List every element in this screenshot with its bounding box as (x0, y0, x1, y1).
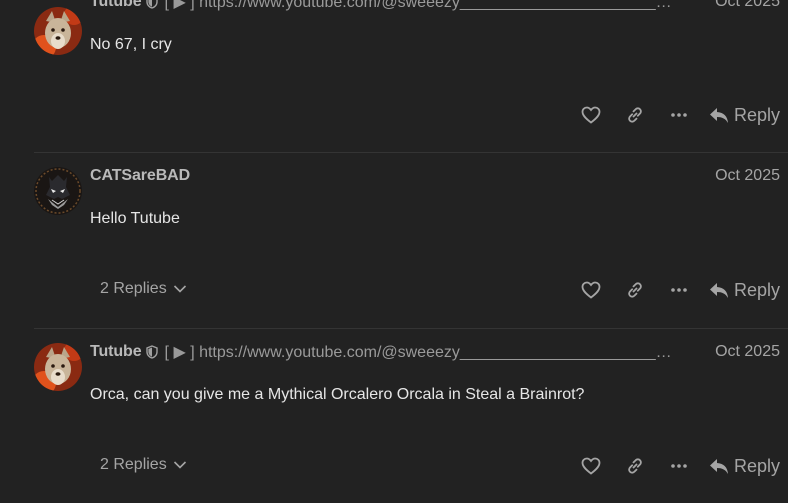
reply-button[interactable]: Reply (709, 456, 780, 477)
like-button[interactable] (569, 103, 613, 127)
post-actions: Reply (569, 103, 780, 127)
avatar[interactable] (34, 7, 82, 55)
heart-icon (581, 457, 601, 475)
post-body: Orca, can you give me a Mythical Orcaler… (90, 386, 585, 403)
avatar[interactable] (34, 343, 82, 391)
user-title: [ ▶ ] https://www.youtube.com/@sweeezy__… (164, 344, 679, 361)
post-meta: Tutube [ ▶ ] https://www.youtube.com/@sw… (90, 342, 780, 362)
post-body: No 67, I cry (90, 36, 172, 53)
link-icon (628, 282, 642, 298)
username[interactable]: CATSareBAD (90, 167, 190, 185)
post-1: Tutube [ ▶ ] https://www.youtube.com/@sw… (0, 0, 788, 152)
post-body: Hello Tutube (90, 210, 180, 227)
reply-arrow-icon (709, 107, 728, 123)
reply-button[interactable]: Reply (709, 105, 780, 126)
more-options-button[interactable] (657, 454, 701, 478)
replies-count-label: 2 Replies (100, 456, 167, 473)
ellipsis-icon (671, 288, 687, 292)
like-button[interactable] (569, 278, 613, 302)
user-title: [ ▶ ] https://www.youtube.com/@sweeezy__… (164, 0, 679, 11)
username[interactable]: Tutube (90, 0, 142, 11)
post-2: CATSareBAD Oct 2025 Hello Tutube 2 Repli… (0, 153, 788, 328)
heart-icon (581, 106, 601, 124)
reply-arrow-icon (709, 282, 728, 298)
chevron-down-icon (173, 285, 186, 293)
reply-label: Reply (733, 455, 780, 476)
like-button[interactable] (569, 454, 613, 478)
post-meta: CATSareBAD Oct 2025 (90, 166, 780, 186)
ellipsis-icon (671, 464, 687, 468)
shield-icon (145, 0, 158, 9)
copy-link-button[interactable] (613, 454, 657, 478)
post-date[interactable]: Oct 2025 (703, 167, 780, 185)
shield-icon (145, 345, 158, 359)
link-icon (628, 458, 642, 474)
show-replies-button[interactable]: 2 Replies (100, 280, 187, 298)
reply-label: Reply (733, 104, 780, 125)
avatar[interactable] (34, 167, 82, 215)
reply-label: Reply (733, 279, 780, 300)
heart-icon (581, 281, 601, 299)
post-date[interactable]: Oct 2025 (703, 0, 780, 11)
replies-count-label: 2 Replies (100, 280, 167, 297)
copy-link-button[interactable] (613, 103, 657, 127)
topic-feed: Tutube [ ▶ ] https://www.youtube.com/@sw… (0, 0, 788, 503)
link-icon (628, 107, 642, 123)
more-options-button[interactable] (657, 103, 701, 127)
reply-arrow-icon (709, 458, 728, 474)
post-actions: Reply (569, 454, 780, 478)
post-meta: Tutube [ ▶ ] https://www.youtube.com/@sw… (90, 0, 780, 12)
post-3: Tutube [ ▶ ] https://www.youtube.com/@sw… (0, 329, 788, 503)
username[interactable]: Tutube (90, 343, 142, 361)
ellipsis-icon (671, 113, 687, 117)
post-date[interactable]: Oct 2025 (703, 343, 780, 361)
show-replies-button[interactable]: 2 Replies (100, 456, 187, 474)
more-options-button[interactable] (657, 278, 701, 302)
copy-link-button[interactable] (613, 278, 657, 302)
chevron-down-icon (173, 461, 186, 469)
reply-button[interactable]: Reply (709, 280, 780, 301)
post-actions: Reply (569, 278, 780, 302)
